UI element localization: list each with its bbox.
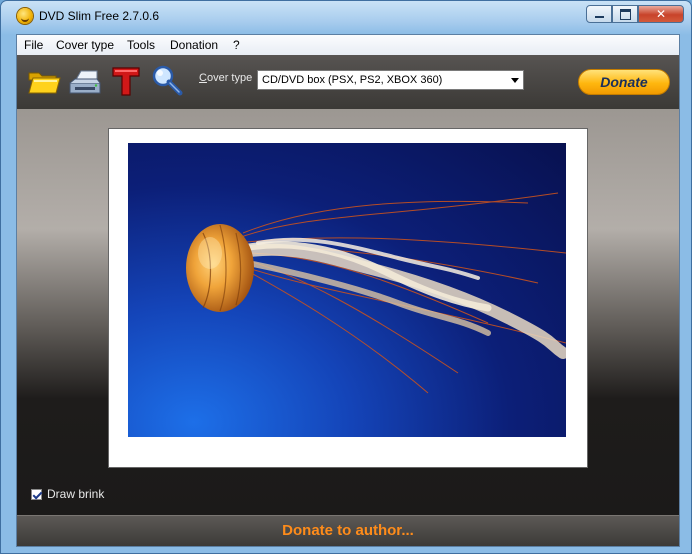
title-bar[interactable]: DVD Slim Free 2.7.0.6 ✕ (1, 1, 691, 31)
text-icon[interactable] (108, 63, 144, 99)
zoom-icon[interactable] (149, 63, 185, 99)
menu-bar: File Cover type Tools Donation ? (17, 35, 679, 55)
jellyfish-image (186, 192, 566, 394)
caption-buttons: ✕ (586, 5, 684, 25)
footer-bar: Donate to author... (17, 515, 679, 546)
cover-type-label-mnemonic: C (199, 72, 207, 84)
cover-type-label-text: over type (206, 72, 253, 84)
draw-brink-option[interactable]: Draw brink (31, 487, 104, 501)
cover-type-dropdown[interactable]: CD/DVD box (PSX, PS2, XBOX 360) (257, 70, 524, 90)
window-title: DVD Slim Free 2.7.0.6 (39, 9, 160, 23)
menu-help[interactable]: ? (233, 38, 240, 52)
close-icon: ✕ (655, 7, 667, 21)
chevron-down-icon (511, 78, 519, 83)
draw-brink-checkbox[interactable] (31, 488, 42, 500)
preview-area: Draw brink (17, 109, 679, 515)
donate-to-author-link[interactable]: Donate to author... (17, 522, 679, 539)
cover-image (128, 143, 566, 437)
draw-brink-label: Draw brink (47, 487, 105, 501)
print-icon[interactable] (67, 63, 103, 99)
cover-type-label: Cover type (199, 72, 252, 84)
app-smiley-icon (17, 8, 33, 24)
menu-donation[interactable]: Donation (170, 38, 218, 52)
cover-type-value: CD/DVD box (PSX, PS2, XBOX 360) (262, 74, 443, 86)
donate-button[interactable]: Donate (578, 69, 670, 95)
toolbar: Cover type CD/DVD box (PSX, PS2, XBOX 36… (17, 55, 679, 109)
open-folder-icon[interactable] (26, 63, 62, 99)
client-area: File Cover type Tools Donation ? Cover t… (16, 34, 680, 547)
menu-cover-type[interactable]: Cover type (56, 38, 114, 52)
minimize-button[interactable] (586, 5, 612, 23)
menu-tools[interactable]: Tools (127, 38, 155, 52)
minimize-icon (594, 16, 604, 18)
app-window: DVD Slim Free 2.7.0.6 ✕ File Cover type … (0, 0, 692, 554)
maximize-button[interactable] (612, 5, 638, 23)
maximize-icon (619, 8, 631, 20)
close-button[interactable]: ✕ (638, 5, 684, 23)
menu-file[interactable]: File (24, 38, 43, 52)
cover-frame (109, 129, 587, 467)
